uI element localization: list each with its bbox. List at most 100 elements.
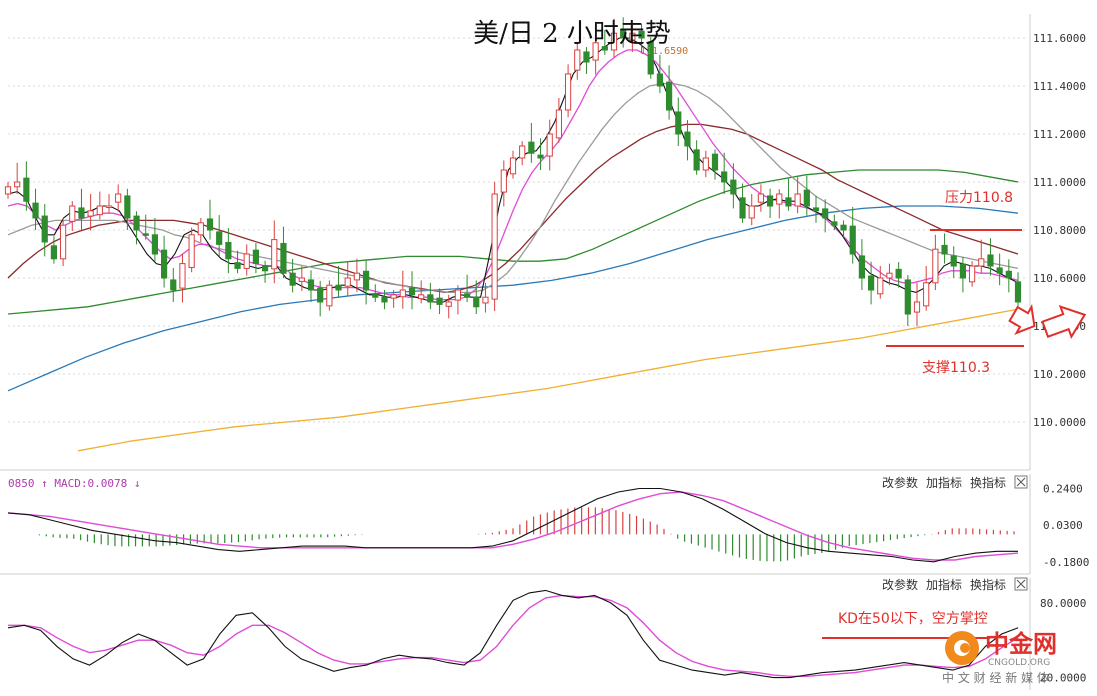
candlestick	[528, 122, 535, 163]
candlestick	[96, 191, 103, 220]
candlestick	[344, 261, 351, 296]
candlestick	[170, 267, 177, 302]
candlestick	[509, 150, 517, 179]
candlestick	[234, 250, 241, 274]
macd-lines	[7, 487, 1019, 563]
macd-toolbar: 改参数 加指标 换指标	[882, 475, 1028, 490]
candlestick	[822, 199, 829, 233]
candlestick	[335, 266, 342, 298]
candlestick	[895, 262, 902, 288]
candlestick	[996, 253, 1003, 286]
candlestick	[454, 285, 462, 315]
candlesticks	[4, 17, 1022, 327]
close-icon[interactable]	[1014, 577, 1028, 591]
price-tick-label: 110.0000	[1033, 416, 1086, 429]
cngold-logo: 中金网 CNGOLD.ORG 中 文 财 经 新 媒 体	[942, 630, 1057, 685]
candlestick	[261, 260, 269, 283]
toolbar-button[interactable]: 改参数	[882, 475, 918, 490]
candlestick	[1014, 272, 1022, 307]
candlestick	[913, 282, 921, 327]
candlestick	[151, 218, 159, 262]
close-icon[interactable]	[1014, 475, 1028, 489]
candlestick	[656, 54, 664, 94]
candlestick	[702, 150, 709, 178]
candlestick	[776, 189, 783, 219]
candlestick	[583, 47, 590, 74]
candlestick	[904, 275, 911, 326]
candlestick	[684, 120, 691, 161]
candlestick	[564, 64, 572, 118]
chart-canvas: 111.6000 111.4000 111.2000 111.0000 110.8000…	[0, 14, 1089, 690]
candlestick	[491, 182, 498, 312]
main-panel: 111.6000 111.4000 111.2000 111.0000 110.8000…	[4, 14, 1087, 470]
kd-k-line	[7, 589, 1019, 679]
candlestick	[500, 160, 507, 207]
toolbar-button[interactable]: 加指标	[926, 475, 962, 490]
candlestick	[555, 98, 563, 143]
toolbar-button[interactable]: 加指标	[926, 577, 962, 592]
candlestick	[867, 261, 875, 305]
price-tick-label: 111.2000	[1033, 128, 1086, 141]
ma-green-line	[7, 169, 1019, 315]
candlestick	[188, 227, 195, 273]
macd-dea-line	[7, 491, 1019, 561]
candlestick	[105, 194, 113, 214]
ma-orange-line	[77, 308, 1019, 452]
candlestick	[243, 244, 250, 276]
candlestick	[399, 270, 406, 309]
candlestick	[206, 199, 214, 240]
price-tick-label: 110.2000	[1033, 368, 1086, 381]
macd-tick-label: 0.2400	[1043, 482, 1083, 495]
candlestick	[14, 162, 21, 194]
price-tick-label: 111.6000	[1033, 32, 1086, 45]
candlestick	[160, 235, 168, 288]
candlestick	[693, 140, 700, 175]
candlestick	[923, 266, 930, 311]
macd-header: 0850 ↑ MACD:0.0078 ↓	[8, 477, 140, 490]
moving-average-lines	[7, 37, 1019, 452]
toolbar-button[interactable]: 换指标	[970, 577, 1006, 592]
price-axis: 111.6000 111.4000 111.2000 111.0000 110.8000…	[1029, 14, 1086, 470]
kd-lines	[7, 589, 1019, 679]
kd-annotation: KD在50以下，空方掌控	[838, 611, 988, 627]
candlestick	[1005, 259, 1012, 293]
candlestick	[766, 188, 774, 218]
candlestick	[665, 65, 673, 120]
candlestick	[59, 218, 67, 266]
candlestick	[748, 194, 755, 226]
candlestick	[115, 184, 122, 212]
candlestick	[675, 97, 682, 146]
kd-panel: 改参数 加指标 换指标 80.000020.0000 KD在50以下，空方掌控	[7, 577, 1086, 690]
candlestick	[711, 149, 719, 180]
candlestick	[78, 188, 85, 230]
candlestick	[133, 211, 140, 245]
candlestick	[941, 233, 948, 264]
chart-title: 美/日 2 小时走势	[473, 19, 671, 49]
price-tick-label: 111.4000	[1033, 80, 1086, 93]
kd-d-line	[8, 594, 1019, 677]
kd-tick-label: 80.0000	[1040, 597, 1086, 610]
macd-tick-label: -0.1800	[1043, 556, 1089, 569]
price-tick-label: 111.0000	[1033, 176, 1086, 189]
candlestick	[785, 178, 792, 211]
toolbar-button[interactable]: 改参数	[882, 577, 918, 592]
ma-blue-line	[7, 205, 1019, 392]
macd-axis: 0.2400 0.0300 -0.1800	[1029, 474, 1089, 574]
macd-tick-label: 0.0300	[1043, 519, 1083, 532]
candlestick	[739, 183, 746, 223]
candlestick	[362, 259, 370, 305]
candlestick	[326, 280, 333, 311]
candlestick	[968, 261, 976, 287]
candlestick	[225, 228, 232, 274]
candlestick	[519, 141, 526, 166]
candlestick	[87, 194, 94, 231]
candlestick	[408, 271, 416, 310]
candlestick	[757, 184, 765, 212]
price-tick-label: 110.8000	[1033, 224, 1086, 237]
candlestick	[179, 254, 186, 303]
price-tick-label: 110.6000	[1033, 272, 1086, 285]
candlestick	[950, 246, 957, 278]
toolbar-button[interactable]: 换指标	[970, 475, 1006, 490]
resistance-label: 压力110.8	[945, 190, 1013, 206]
candlestick	[69, 201, 76, 231]
